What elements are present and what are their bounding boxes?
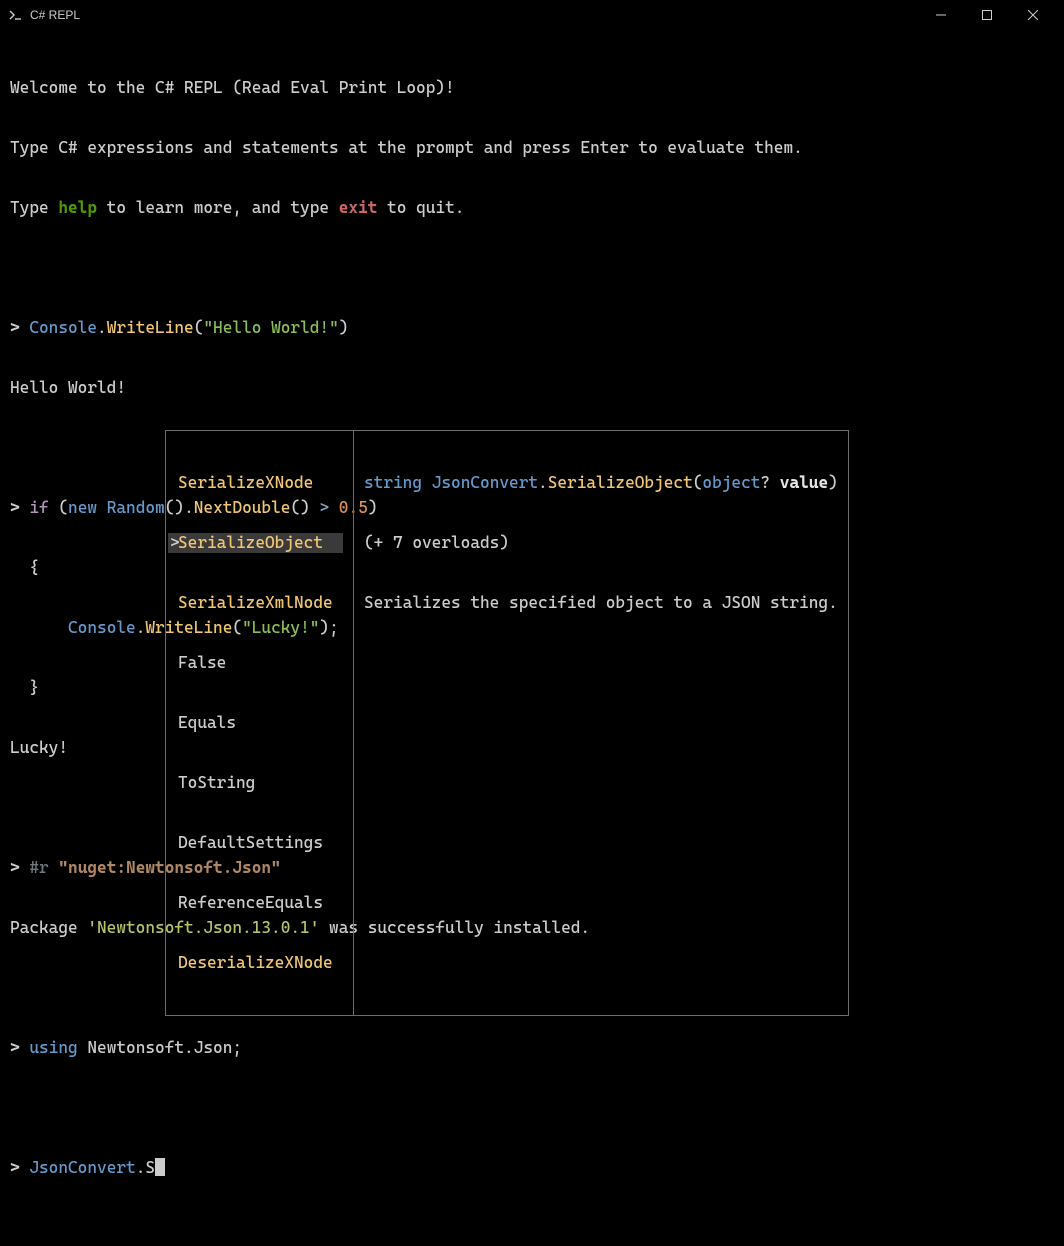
selection-marker-icon: > [170,533,180,553]
description-line: Serializes the specified object to a JSO… [364,593,838,613]
maximize-button[interactable] [964,0,1010,30]
completion-popup: SerializeXNode >SerializeObject Serializ… [165,430,849,1016]
repl-line: > using Newtonsoft.Json; [10,1038,1054,1058]
suggestion-item[interactable]: False [168,653,343,673]
suggestion-item[interactable]: DeserializeXNode [168,953,343,973]
titlebar: C# REPL [0,0,1064,30]
minimize-button[interactable] [918,0,964,30]
welcome-line: Welcome to the C# REPL (Read Eval Print … [10,78,1054,98]
close-button[interactable] [1010,0,1056,30]
window-title: C# REPL [30,8,918,22]
exit-keyword: exit [339,198,378,217]
cursor [155,1158,165,1176]
suggestions-list[interactable]: SerializeXNode >SerializeObject Serializ… [166,431,354,1015]
suggestion-item[interactable]: SerializeXNode [168,473,343,493]
suggestion-detail: string JsonConvert.SerializeObject(objec… [354,431,848,1015]
suggestion-item[interactable]: Equals [168,713,343,733]
repl-input-line[interactable]: > JsonConvert.S [10,1158,1054,1178]
suggestion-item[interactable]: ToString [168,773,343,793]
welcome-line: Type help to learn more, and type exit t… [10,198,1054,218]
output-line: Hello World! [10,378,1054,398]
welcome-line: Type C# expressions and statements at th… [10,138,1054,158]
help-keyword: help [58,198,97,217]
suggestion-item[interactable]: SerializeXmlNode [168,593,343,613]
window-controls [918,0,1056,30]
suggestion-item[interactable]: ReferenceEquals [168,893,343,913]
terminal-area[interactable]: Welcome to the C# REPL (Read Eval Print … [0,30,1064,1246]
suggestion-item[interactable]: DefaultSettings [168,833,343,853]
repl-line: > Console.WriteLine("Hello World!") [10,318,1054,338]
app-icon [8,7,24,23]
signature-line: string JsonConvert.SerializeObject(objec… [364,473,838,493]
overloads-line: (+ 7 overloads) [364,533,838,553]
suggestion-item-selected[interactable]: >SerializeObject [168,533,343,553]
